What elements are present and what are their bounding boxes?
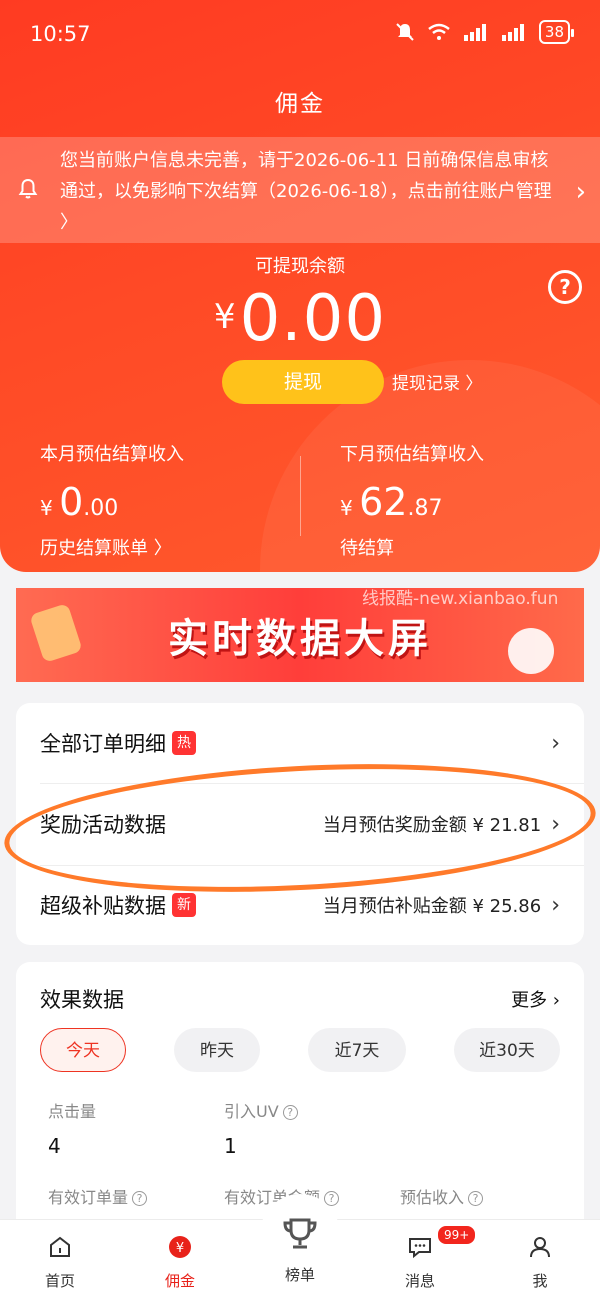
status-bar: 10:57 38 bbox=[0, 0, 600, 66]
nav-ranking[interactable]: 榜单 bbox=[260, 1214, 340, 1285]
home-icon bbox=[50, 1236, 70, 1257]
metric-label-text: 引入UV bbox=[224, 1102, 279, 1121]
currency-symbol: ¥ bbox=[213, 297, 236, 337]
nav-label: 佣金 bbox=[164, 1272, 195, 1290]
effect-title: 效果数据 bbox=[40, 988, 124, 1012]
subsidy-data-label: 超级补贴数据 bbox=[40, 894, 166, 918]
this-month-int: 0 bbox=[59, 480, 84, 524]
next-month-int: 62 bbox=[359, 480, 408, 524]
banner-title: 实时数据大屏 bbox=[168, 616, 432, 662]
hot-badge: 热 bbox=[172, 731, 196, 755]
notice-text: 您当前账户信息未完善，请于2026-06-11 日前确保信息审核通过，以免影响下… bbox=[60, 150, 552, 233]
user-icon bbox=[530, 1237, 550, 1258]
all-orders-label: 全部订单明细 bbox=[40, 732, 166, 756]
balance-label: 可提现余额 bbox=[255, 256, 345, 277]
history-bill-link[interactable]: 历史结算账单 〉 bbox=[40, 534, 184, 560]
chevron-right-icon: › bbox=[551, 892, 560, 918]
next-month-dec: .87 bbox=[407, 496, 443, 521]
signal-icon-2 bbox=[501, 24, 524, 41]
mute-bell-icon bbox=[396, 23, 414, 41]
bell-icon bbox=[18, 178, 38, 199]
this-month-estimate: 本月预估结算收入 ¥ 0.00 历史结算账单 〉 bbox=[40, 440, 184, 560]
more-link[interactable]: 更多 › bbox=[511, 986, 560, 1012]
next-month-label: 下月预估结算收入 bbox=[340, 444, 484, 465]
nav-label: 我 bbox=[532, 1272, 548, 1290]
this-month-dec: .00 bbox=[83, 496, 119, 521]
battery-indicator: 38 bbox=[538, 20, 575, 44]
yen-coin-icon: ¥ bbox=[169, 1236, 191, 1258]
status-time: 10:57 bbox=[30, 22, 91, 46]
currency-symbol: ¥ bbox=[340, 496, 353, 520]
chevron-right-icon: › bbox=[551, 730, 560, 756]
new-badge: 新 bbox=[172, 893, 196, 917]
nav-label: 首页 bbox=[44, 1272, 75, 1290]
page-title: 佣金 bbox=[275, 91, 325, 117]
next-month-estimate: 下月预估结算收入 ¥ 62.87 待结算 bbox=[340, 440, 484, 560]
next-month-value: ¥ 62.87 bbox=[340, 480, 484, 524]
tab-yesterday[interactable]: 昨天 bbox=[174, 1028, 260, 1072]
metric-label: 有效订单量? bbox=[48, 1184, 148, 1208]
nav-me[interactable]: 我 bbox=[500, 1234, 580, 1291]
metric-est-income: 预估收入? bbox=[400, 1184, 484, 1208]
status-icons: 38 bbox=[395, 20, 575, 44]
message-count-badge: 99+ bbox=[436, 1224, 478, 1246]
metric-label-text: 预估收入 bbox=[400, 1188, 465, 1207]
metric-label: 预估收入? bbox=[400, 1184, 484, 1208]
trophy-icon bbox=[283, 1218, 317, 1249]
chevron-right-icon: › bbox=[575, 177, 586, 207]
metric-label-text: 有效订单量 bbox=[48, 1188, 129, 1207]
metric-label: 引入UV? bbox=[224, 1098, 298, 1122]
svg-text:¥: ¥ bbox=[176, 1241, 184, 1256]
this-month-label: 本月预估结算收入 bbox=[40, 444, 184, 465]
metric-clicks: 点击量 4 bbox=[48, 1098, 96, 1158]
balance-value: 0.00 bbox=[239, 282, 387, 356]
nav-commission[interactable]: ¥ 佣金 bbox=[140, 1234, 220, 1291]
subsidy-amount: 当月预估补贴金额 ¥ 25.86 bbox=[322, 896, 542, 917]
metric-label: 点击量 bbox=[48, 1102, 97, 1121]
tab-7days[interactable]: 近7天 bbox=[308, 1028, 406, 1072]
help-icon[interactable]: ? bbox=[132, 1191, 148, 1206]
balance-amount: ¥0.00 bbox=[0, 282, 600, 356]
withdraw-record-link[interactable]: 提现记录 〉 bbox=[392, 369, 482, 394]
this-month-value: ¥ 0.00 bbox=[40, 480, 184, 524]
signal-icon bbox=[463, 24, 486, 41]
tab-30days[interactable]: 近30天 bbox=[454, 1028, 560, 1072]
nav-label: 消息 bbox=[404, 1272, 435, 1290]
nav-label: 榜单 bbox=[284, 1266, 315, 1284]
wifi-icon bbox=[428, 23, 450, 40]
pending-settlement-link[interactable]: 待结算 bbox=[340, 534, 484, 560]
currency-symbol: ¥ bbox=[40, 496, 53, 520]
tab-today[interactable]: 今天 bbox=[40, 1028, 126, 1072]
divider bbox=[300, 456, 301, 536]
withdraw-button[interactable]: 提现 bbox=[222, 360, 384, 404]
watermark: 线报酷-new.xianbao.fun bbox=[362, 589, 559, 609]
message-icon bbox=[409, 1238, 431, 1259]
metric-uv: 引入UV? 1 bbox=[224, 1098, 298, 1158]
metric-value: 1 bbox=[224, 1134, 237, 1158]
metric-valid-orders: 有效订单量? bbox=[48, 1184, 148, 1208]
account-notice[interactable]: 您当前账户信息未完善，请于2026-06-11 日前确保信息审核通过，以免影响下… bbox=[0, 137, 600, 243]
help-icon[interactable]: ? bbox=[468, 1191, 484, 1206]
help-icon[interactable]: ? bbox=[282, 1105, 298, 1120]
nav-home[interactable]: 首页 bbox=[20, 1234, 100, 1291]
metric-value: 4 bbox=[48, 1134, 61, 1158]
bottom-nav: 首页 ¥ 佣金 榜单 消息 我 bbox=[0, 1194, 600, 1295]
